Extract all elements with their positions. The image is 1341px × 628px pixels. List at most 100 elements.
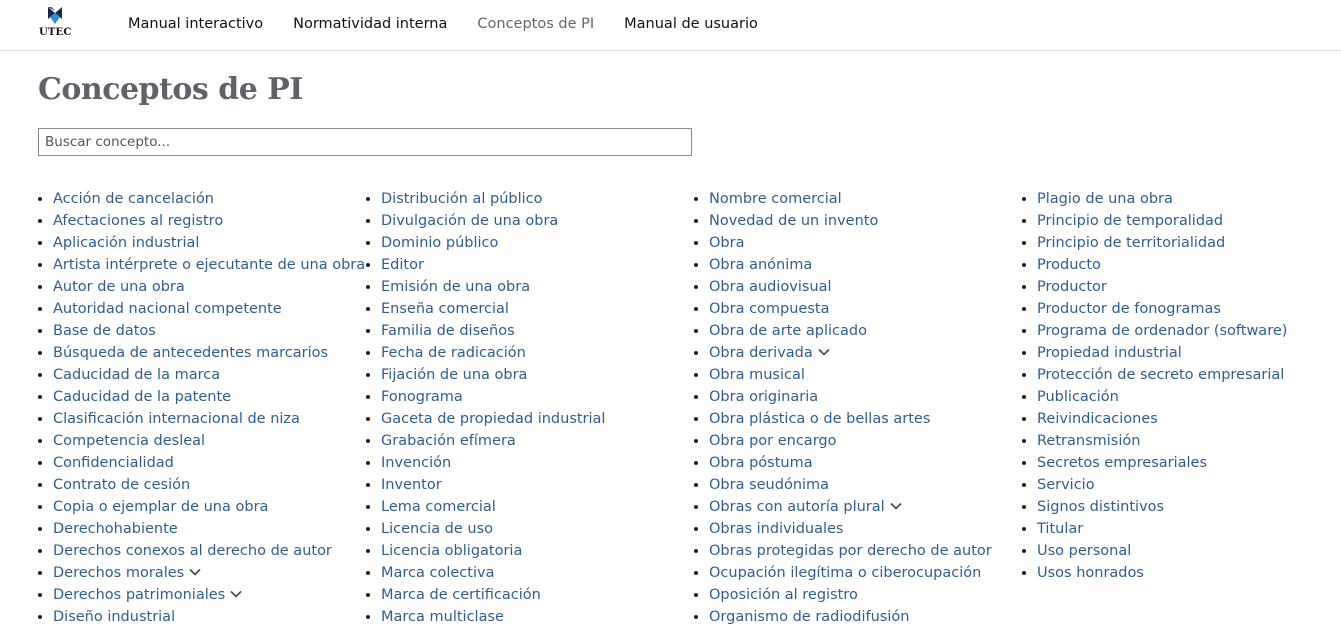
concept-link[interactable]: Obra póstuma [709,455,813,471]
concept-list-item[interactable]: Reivindicaciones [1022,408,1287,430]
concept-link[interactable]: Emisión de una obra [381,279,530,295]
concept-list-item[interactable]: Aplicación industrial [38,232,365,254]
concept-list-item[interactable]: Oposición al registro [694,584,992,606]
concept-link[interactable]: Invención [381,455,451,471]
concept-link[interactable]: Obra musical [709,367,805,383]
concept-list-item[interactable]: Inventor [366,474,605,496]
concept-link[interactable]: Usos honrados [1037,565,1144,581]
concept-list-item[interactable]: Nombre comercial [694,188,992,210]
concept-link[interactable]: Obras individuales [709,521,843,537]
concept-list-item[interactable]: Servicio [1022,474,1287,496]
concept-list-item[interactable]: Base de datos [38,320,365,342]
concept-link[interactable]: Dominio público [381,235,498,251]
concept-link[interactable]: Inventor [381,477,442,493]
concept-link[interactable]: Principio de temporalidad [1037,213,1223,229]
concept-list-item[interactable]: Acción de cancelación [38,188,365,210]
concept-list-item[interactable]: Obra [694,232,992,254]
concept-list-item[interactable]: Distribución al público [366,188,605,210]
concept-list-item[interactable]: Producto [1022,254,1287,276]
concept-list-item[interactable]: Obra seudónima [694,474,992,496]
concept-link[interactable]: Publicación [1037,389,1119,405]
concept-list-item[interactable]: Copia o ejemplar de una obra [38,496,365,518]
concept-link[interactable]: Obra audiovisual [709,279,832,295]
concept-link[interactable]: Nombre comercial [709,191,842,207]
concept-list-item[interactable]: Afectaciones al registro [38,210,365,232]
concept-list-item[interactable]: Signos distintivos [1022,496,1287,518]
concept-link[interactable]: Diseño industrial [53,609,175,625]
concept-list-item[interactable]: Titular [1022,518,1287,540]
concept-list-item[interactable]: Contrato de cesión [38,474,365,496]
concept-link[interactable]: Obra derivada [709,345,813,361]
concept-link[interactable]: Afectaciones al registro [53,213,223,229]
concept-list-item[interactable]: Lema comercial [366,496,605,518]
concept-link[interactable]: Artista intérprete o ejecutante de una o… [53,257,365,273]
concept-link[interactable]: Licencia obligatoria [381,543,522,559]
nav-link[interactable]: Normatividad interna [293,16,447,32]
concept-list-item[interactable]: Artista intérprete o ejecutante de una o… [38,254,365,276]
concept-list-item[interactable]: Confidencialidad [38,452,365,474]
concept-list-item[interactable]: Propiedad industrial [1022,342,1287,364]
concept-link[interactable]: Marca multiclase [381,609,504,625]
concept-list-item[interactable]: Uso personal [1022,540,1287,562]
concept-link[interactable]: Oposición al registro [709,587,858,603]
concept-list-item[interactable]: Obra anónima [694,254,992,276]
concept-link[interactable]: Divulgación de una obra [381,213,558,229]
chevron-down-icon[interactable] [229,587,243,601]
concept-list-item[interactable]: Enseña comercial [366,298,605,320]
concept-list-item[interactable]: Marca colectiva [366,562,605,584]
concept-list-item[interactable]: Fonograma [366,386,605,408]
concept-list-item[interactable]: Divulgación de una obra [366,210,605,232]
concept-list-item[interactable]: Novedad de un invento [694,210,992,232]
concept-link[interactable]: Búsqueda de antecedentes marcarios [53,345,328,361]
concept-link[interactable]: Propiedad industrial [1037,345,1182,361]
concept-link[interactable]: Obra de arte aplicado [709,323,867,339]
concept-link[interactable]: Obra originaria [709,389,818,405]
concept-list-item[interactable]: Derechos patrimoniales [38,584,365,606]
concept-list-item[interactable]: Marca de certificación [366,584,605,606]
concept-link[interactable]: Plagio de una obra [1037,191,1173,207]
concept-link[interactable]: Principio de territorialidad [1037,235,1225,251]
concept-link[interactable]: Obra plástica o de bellas artes [709,411,930,427]
concept-list-item[interactable]: Obra plástica o de bellas artes [694,408,992,430]
concept-list-item[interactable]: Fijación de una obra [366,364,605,386]
concept-link[interactable]: Fonograma [381,389,463,405]
concept-link[interactable]: Editor [381,257,424,273]
concept-link[interactable]: Distribución al público [381,191,543,207]
concept-link[interactable]: Productor de fonogramas [1037,301,1221,317]
concept-search-input[interactable] [38,128,692,156]
concept-list-item[interactable]: Familia de diseños [366,320,605,342]
concept-list-item[interactable]: Programa de ordenador (software) [1022,320,1287,342]
concept-link[interactable]: Marca colectiva [381,565,494,581]
concept-link[interactable]: Reivindicaciones [1037,411,1158,427]
concept-link[interactable]: Titular [1037,521,1083,537]
concept-link[interactable]: Caducidad de la patente [53,389,231,405]
chevron-down-icon[interactable] [188,565,202,579]
nav-link[interactable]: Conceptos de PI [477,16,594,32]
concept-link[interactable]: Ocupación ilegítima o ciberocupación [709,565,981,581]
concept-link[interactable]: Acción de cancelación [53,191,214,207]
concept-link[interactable]: Aplicación industrial [53,235,199,251]
concept-list-item[interactable]: Productor [1022,276,1287,298]
concept-list-item[interactable]: Diseño industrial [38,606,365,628]
concept-list-item[interactable]: Licencia obligatoria [366,540,605,562]
chevron-down-icon[interactable] [817,345,831,359]
concept-link[interactable]: Protección de secreto empresarial [1037,367,1284,383]
concept-list-item[interactable]: Fecha de radicación [366,342,605,364]
concept-list-item[interactable]: Grabación efímera [366,430,605,452]
concept-link[interactable]: Derechohabiente [53,521,178,537]
concept-link[interactable]: Signos distintivos [1037,499,1164,515]
concept-list-item[interactable]: Derechos morales [38,562,365,584]
concept-list-item[interactable]: Obra de arte aplicado [694,320,992,342]
concept-list-item[interactable]: Obra póstuma [694,452,992,474]
concept-list-item[interactable]: Emisión de una obra [366,276,605,298]
concept-list-item[interactable]: Retransmisión [1022,430,1287,452]
concept-list-item[interactable]: Autoridad nacional competente [38,298,365,320]
concept-list-item[interactable]: Caducidad de la marca [38,364,365,386]
concept-list-item[interactable]: Protección de secreto empresarial [1022,364,1287,386]
concept-link[interactable]: Productor [1037,279,1107,295]
concept-list-item[interactable]: Productor de fonogramas [1022,298,1287,320]
concept-list-item[interactable]: Derechohabiente [38,518,365,540]
concept-list-item[interactable]: Competencia desleal [38,430,365,452]
concept-link[interactable]: Producto [1037,257,1101,273]
concept-list-item[interactable]: Secretos empresariales [1022,452,1287,474]
